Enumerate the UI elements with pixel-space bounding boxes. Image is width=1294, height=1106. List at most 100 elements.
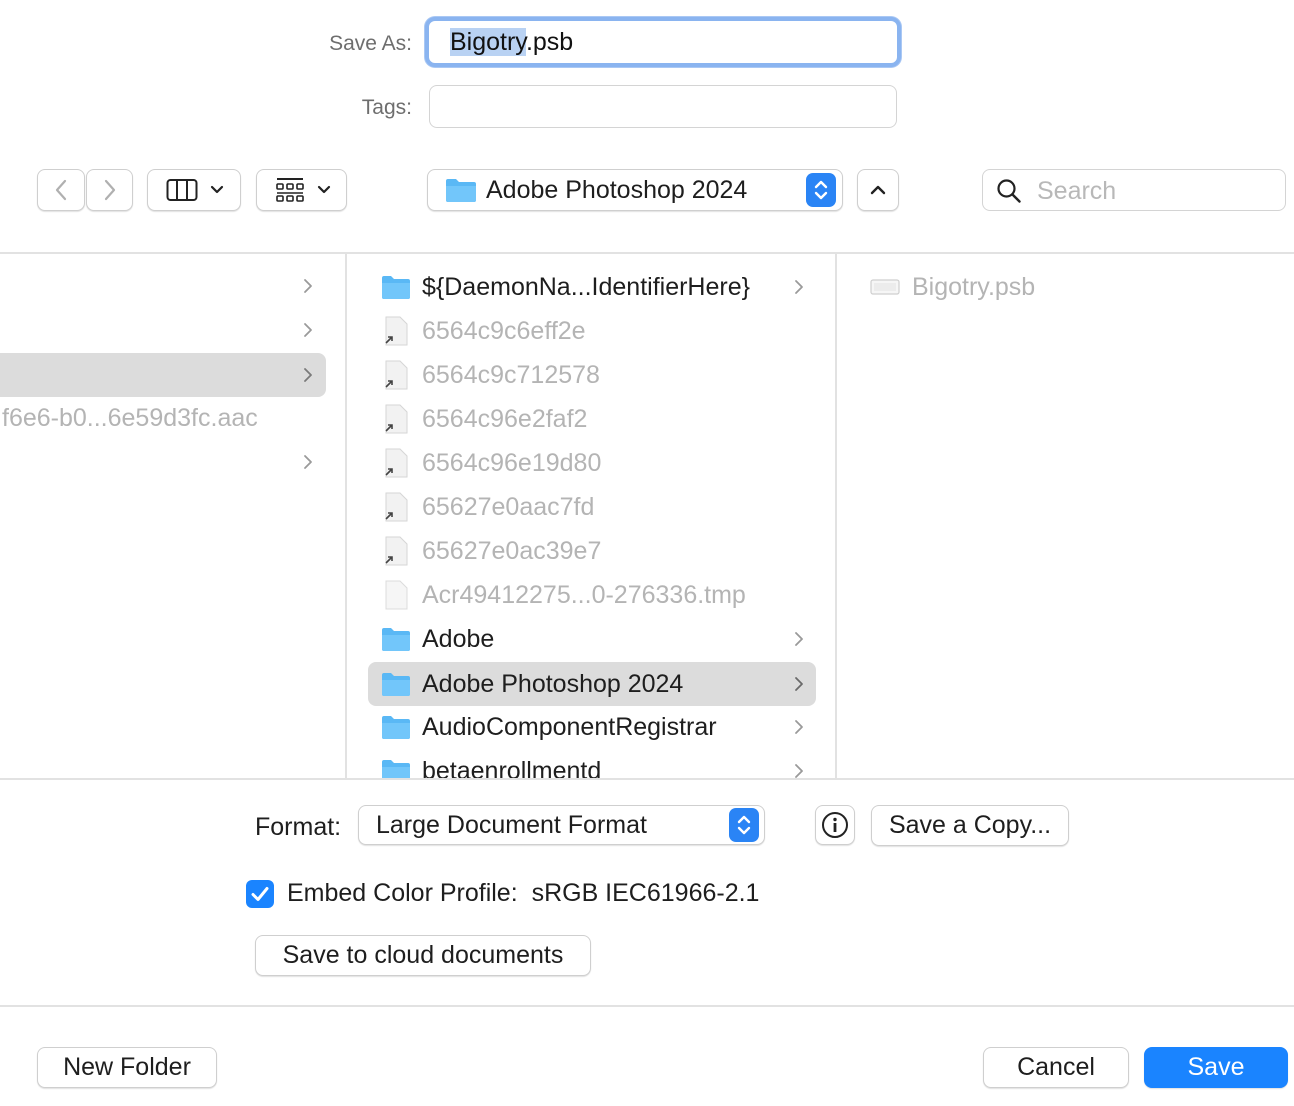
file-name: ${DaemonNa...IdentifierHere} — [422, 272, 750, 301]
save-a-copy-button[interactable]: Save a Copy... — [871, 805, 1069, 846]
file-icon — [385, 580, 408, 610]
list-item[interactable]: betaenrollmentd — [368, 749, 816, 778]
file-name: 6564c96e2faf2 — [422, 404, 588, 433]
file-name: 65627e0aac7fd — [422, 492, 595, 521]
new-folder-button[interactable]: New Folder — [37, 1047, 217, 1088]
alias-file-icon — [385, 536, 408, 566]
save-as-selected-text: Bigotry — [450, 28, 526, 56]
list-item[interactable] — [0, 264, 326, 308]
options-bottom-divider — [0, 1005, 1294, 1007]
column-2[interactable]: ${DaemonNa...IdentifierHere} 6564c9c6eff… — [347, 254, 835, 778]
list-item[interactable]: 65627e0ac39e7 — [368, 529, 816, 573]
format-popup[interactable]: Large Document Format — [358, 805, 765, 845]
file-name: AudioComponentRegistrar — [422, 712, 717, 741]
chevron-left-icon — [55, 179, 67, 201]
file-name: Bigotry.psb — [912, 272, 1036, 301]
file-name: 6564c9c6eff2e — [422, 316, 586, 345]
chevron-right-icon — [795, 677, 803, 691]
list-item[interactable]: Acr49412275...0-276336.tmp — [368, 573, 816, 617]
file-name: betaenrollmentd — [422, 756, 602, 779]
browser-bottom-divider — [0, 778, 1294, 780]
list-item[interactable]: f6e6-b0...6e59d3fc.aac — [0, 396, 326, 440]
forward-button[interactable] — [86, 169, 133, 211]
popup-arrows-icon — [806, 173, 836, 207]
column-3[interactable]: Bigotry.psb — [837, 254, 1294, 778]
chevron-right-icon — [795, 720, 803, 734]
popup-arrows-icon — [729, 808, 759, 842]
tags-field[interactable] — [429, 85, 897, 128]
cancel-label: Cancel — [1017, 1053, 1095, 1081]
alias-file-icon — [385, 492, 408, 522]
group-button[interactable] — [256, 169, 347, 211]
back-button[interactable] — [37, 169, 85, 211]
folder-icon — [446, 179, 476, 202]
chevron-right-icon — [795, 632, 803, 646]
file-name: Adobe Photoshop 2024 — [422, 669, 684, 698]
folder-icon — [382, 716, 410, 739]
info-icon — [822, 812, 848, 838]
new-folder-label: New Folder — [63, 1053, 191, 1081]
list-item[interactable] — [0, 440, 326, 484]
save-as-rest-text: .psb — [525, 28, 574, 56]
folder-icon — [382, 276, 410, 299]
list-item[interactable]: 6564c9c6eff2e — [368, 309, 816, 353]
list-item[interactable] — [0, 308, 326, 352]
location-label: Adobe Photoshop 2024 — [486, 175, 748, 204]
list-item-selected[interactable]: Adobe Photoshop 2024 — [368, 662, 816, 706]
folder-icon — [382, 760, 410, 778]
chevron-right-icon — [795, 280, 803, 294]
save-button[interactable]: Save — [1144, 1047, 1288, 1088]
chevron-right-icon — [304, 368, 312, 382]
list-item[interactable]: 6564c96e19d80 — [368, 441, 816, 485]
list-item[interactable]: Bigotry.psb — [870, 265, 1270, 309]
search-icon — [997, 179, 1021, 203]
list-item[interactable]: 6564c96e2faf2 — [368, 397, 816, 441]
collapse-button[interactable] — [857, 169, 899, 211]
chevron-right-icon — [304, 455, 312, 469]
alias-file-icon — [385, 404, 408, 434]
save-label: Save — [1187, 1053, 1245, 1081]
file-name: 6564c96e19d80 — [422, 448, 602, 477]
save-as-field[interactable]: Bigotry.psb — [425, 17, 901, 67]
file-name: Acr49412275...0-276336.tmp — [422, 580, 746, 609]
embed-color-profile-checkbox[interactable] — [246, 880, 274, 908]
list-item[interactable]: 6564c9c712578 — [368, 353, 816, 397]
tags-label: Tags: — [361, 96, 412, 119]
embed-value: sRGB IEC61966-2.1 — [531, 879, 760, 907]
file-name: 6564c9c712578 — [422, 360, 600, 389]
view-mode-button[interactable] — [147, 169, 241, 211]
chevron-right-icon — [104, 179, 115, 201]
search-placeholder: Search — [1037, 177, 1117, 205]
alias-file-icon — [385, 316, 408, 346]
save-to-cloud-label: Save to cloud documents — [282, 941, 564, 969]
save-as-label: Save As: — [329, 32, 412, 55]
info-button[interactable] — [815, 805, 855, 845]
alias-file-icon — [385, 360, 408, 390]
list-item[interactable]: AudioComponentRegistrar — [368, 705, 816, 749]
chevron-right-icon — [795, 764, 803, 778]
save-to-cloud-button[interactable]: Save to cloud documents — [255, 935, 591, 976]
location-popup[interactable]: Adobe Photoshop 2024 — [427, 169, 843, 211]
list-item-selected[interactable] — [0, 353, 326, 397]
format-value: Large Document Format — [376, 810, 647, 839]
search-field[interactable]: Search — [982, 169, 1286, 211]
list-item[interactable]: ${DaemonNa...IdentifierHere} — [368, 265, 816, 309]
file-name: f6e6-b0...6e59d3fc.aac — [2, 403, 258, 432]
cancel-button[interactable]: Cancel — [983, 1047, 1129, 1088]
save-a-copy-label: Save a Copy... — [888, 811, 1052, 839]
grid-icon — [276, 178, 304, 202]
embed-label: Embed Color Profile: — [287, 879, 518, 907]
file-name: Adobe — [422, 624, 495, 653]
columns-view-icon — [166, 179, 198, 201]
chevron-down-icon — [210, 185, 224, 194]
psb-file-icon — [870, 279, 900, 295]
chevron-right-icon — [304, 323, 312, 337]
column-1[interactable]: f6e6-b0...6e59d3fc.aac — [0, 254, 345, 778]
list-item[interactable]: 65627e0aac7fd — [368, 485, 816, 529]
format-label: Format: — [255, 813, 342, 841]
chevron-up-icon — [870, 185, 886, 195]
folder-icon — [382, 628, 410, 651]
list-item[interactable]: Adobe — [368, 617, 816, 661]
chevron-down-icon — [317, 185, 331, 194]
chevron-right-icon — [304, 279, 312, 293]
